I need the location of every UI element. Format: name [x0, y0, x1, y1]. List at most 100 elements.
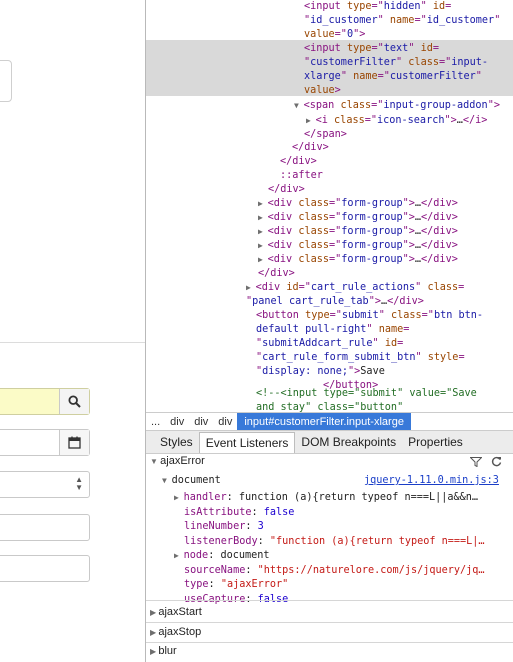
dom-token: <div: [267, 254, 299, 265]
dom-node-line[interactable]: default pull-right" name=: [256, 323, 409, 337]
dom-token: type: [346, 43, 372, 54]
tab-properties[interactable]: Properties: [402, 432, 469, 453]
breadcrumb-item[interactable]: div: [189, 416, 213, 428]
listener-node[interactable]: ▼ document: [162, 473, 221, 488]
dom-token: =": [329, 310, 342, 321]
elements-tree[interactable]: <input type="hidden" id= "id_customer" na…: [146, 0, 513, 412]
dom-token: class: [340, 100, 372, 111]
property-key: sourceName: [184, 564, 246, 576]
listener-property: lineNumber: 3: [184, 519, 264, 534]
dom-node-line[interactable]: ::after: [280, 169, 323, 183]
text-input[interactable]: [0, 514, 90, 541]
dom-token: name: [353, 71, 378, 82]
dom-token: </div>: [421, 226, 458, 237]
dom-token: class: [408, 57, 439, 68]
date-input[interactable]: [0, 429, 90, 456]
dom-node-line[interactable]: <!--<input type="submit" value="Save: [256, 387, 477, 401]
dom-token: <i: [315, 115, 335, 126]
dom-token: ": [415, 352, 428, 363]
listener-section-ajaxerror[interactable]: ▼ ajaxError: [150, 454, 513, 469]
select-input[interactable]: ▲ ▼: [0, 471, 90, 498]
text-input[interactable]: [0, 555, 90, 582]
dom-token: =: [397, 338, 404, 349]
dom-node-line[interactable]: "cart_rule_form_submit_btn" style=: [256, 351, 465, 365]
dom-token: btn btn-: [433, 310, 484, 321]
dom-node-line[interactable]: </span>: [304, 128, 347, 142]
dom-node-line[interactable]: ▼ <span class="input-group-addon">: [294, 99, 500, 113]
expand-triangle-icon: ▼: [150, 457, 161, 466]
calendar-addon[interactable]: [59, 430, 89, 455]
search-addon[interactable]: [59, 389, 89, 414]
dom-node-line[interactable]: "submitAddcart_rule" id=: [256, 337, 403, 351]
dom-node-line[interactable]: and stay" class="button": [256, 401, 403, 412]
listener-section-ajaxstop[interactable]: ▶ ajaxStop: [150, 625, 513, 640]
dom-node-line[interactable]: ▶ <div id="cart_rule_actions" class=: [246, 281, 464, 295]
dom-node-line[interactable]: xlarge" name="customerFilter": [304, 70, 482, 84]
dom-token: </div>: [258, 268, 295, 279]
source-link[interactable]: jquery-1.11.0.min.js:3: [364, 473, 499, 488]
listener-property[interactable]: ▶ handler: function (a){return typeof n=…: [174, 490, 478, 505]
expand-triangle-icon: ▶: [174, 551, 184, 560]
dom-token: ">: [402, 254, 415, 265]
dom-node-line[interactable]: ▶ <div class="form-group">…</div>: [258, 253, 458, 267]
dom-token: =: [458, 352, 465, 363]
breadcrumb: ... div div div input#customerFilter.inp…: [146, 412, 513, 431]
dom-token: ">: [353, 29, 366, 40]
dom-token: id: [384, 338, 398, 349]
dom-token: =": [371, 100, 384, 111]
dom-token: ": [366, 324, 379, 335]
tab-event-listeners[interactable]: Event Listeners: [198, 432, 296, 453]
page-viewport: ▲ ▼: [0, 0, 145, 662]
dom-token: cart_rule_form_submit_btn: [262, 352, 416, 363]
filter-icon[interactable]: [470, 457, 482, 467]
listener-property: isAttribute: false: [184, 505, 294, 520]
dom-token: id_customer: [310, 15, 378, 26]
property-key: listenerBody: [184, 535, 258, 547]
dom-node-line[interactable]: ▶ <div class="form-group">…</div>: [258, 225, 458, 239]
listener-section-ajaxstart[interactable]: ▶ ajaxStart: [150, 605, 513, 620]
dom-node-line[interactable]: "panel cart_rule_tab">…</div>: [246, 295, 424, 309]
dom-token: ">: [444, 115, 457, 126]
breadcrumb-item[interactable]: ...: [146, 416, 165, 428]
dom-token: ">: [402, 226, 415, 237]
breadcrumb-active[interactable]: input#customerFilter.input-xlarge: [237, 412, 411, 431]
dom-token: text: [383, 43, 409, 54]
dom-token: input-: [451, 57, 489, 68]
dom-node-line[interactable]: <input type="hidden" id=: [304, 0, 451, 14]
dom-token: =": [334, 29, 347, 40]
listener-section-blur[interactable]: ▶ blur: [150, 644, 513, 659]
dom-node-line[interactable]: </div>: [280, 155, 317, 169]
dom-node-line[interactable]: </div>: [268, 183, 305, 197]
dom-node-line[interactable]: </div>: [292, 141, 329, 155]
dom-node-line[interactable]: ▶ <div class="form-group">…</div>: [258, 239, 458, 253]
dom-token: =: [445, 1, 452, 12]
dom-token: default pull-right: [256, 324, 367, 335]
tab-dom-breakpoints[interactable]: DOM Breakpoints: [295, 432, 402, 453]
dom-node-line[interactable]: ▶ <div class="form-group">…</div>: [258, 211, 458, 225]
dom-node-line[interactable]: ▶ <div class="form-group">…</div>: [258, 197, 458, 211]
breadcrumb-item[interactable]: div: [213, 416, 237, 428]
dom-token: <div: [255, 282, 287, 293]
property-value: false: [263, 506, 295, 518]
tab-styles[interactable]: Styles: [154, 432, 199, 453]
dom-token: =: [403, 324, 410, 335]
dom-token: </i>: [462, 115, 488, 126]
dom-node-line[interactable]: value="0">: [304, 28, 365, 42]
dom-node-line[interactable]: "customerFilter" class="input-: [304, 56, 488, 70]
dom-token: id: [286, 282, 299, 293]
dom-node-line[interactable]: <input type="text" id=: [304, 42, 439, 56]
dom-node-line[interactable]: </div>: [258, 267, 295, 281]
dom-token: =": [371, 43, 384, 54]
expand-triangle-icon: ▶: [258, 255, 268, 264]
dom-node-line[interactable]: "display: none;">Save: [256, 365, 385, 379]
customer-filter-input[interactable]: [0, 388, 90, 415]
dom-node-line[interactable]: "id_customer" name="id_customer": [304, 14, 500, 28]
breadcrumb-item[interactable]: div: [165, 416, 189, 428]
listener-property[interactable]: ▶ node: document: [174, 548, 270, 563]
dom-node-line[interactable]: value>: [304, 84, 341, 98]
refresh-icon[interactable]: [491, 456, 502, 467]
dom-node-line[interactable]: ▶ <i class="icon-search">…</i>: [306, 114, 487, 128]
dom-node-line[interactable]: <button type="submit" class="btn btn-: [256, 309, 483, 323]
dom-token: type: [346, 1, 372, 12]
dom-token: =": [298, 282, 311, 293]
